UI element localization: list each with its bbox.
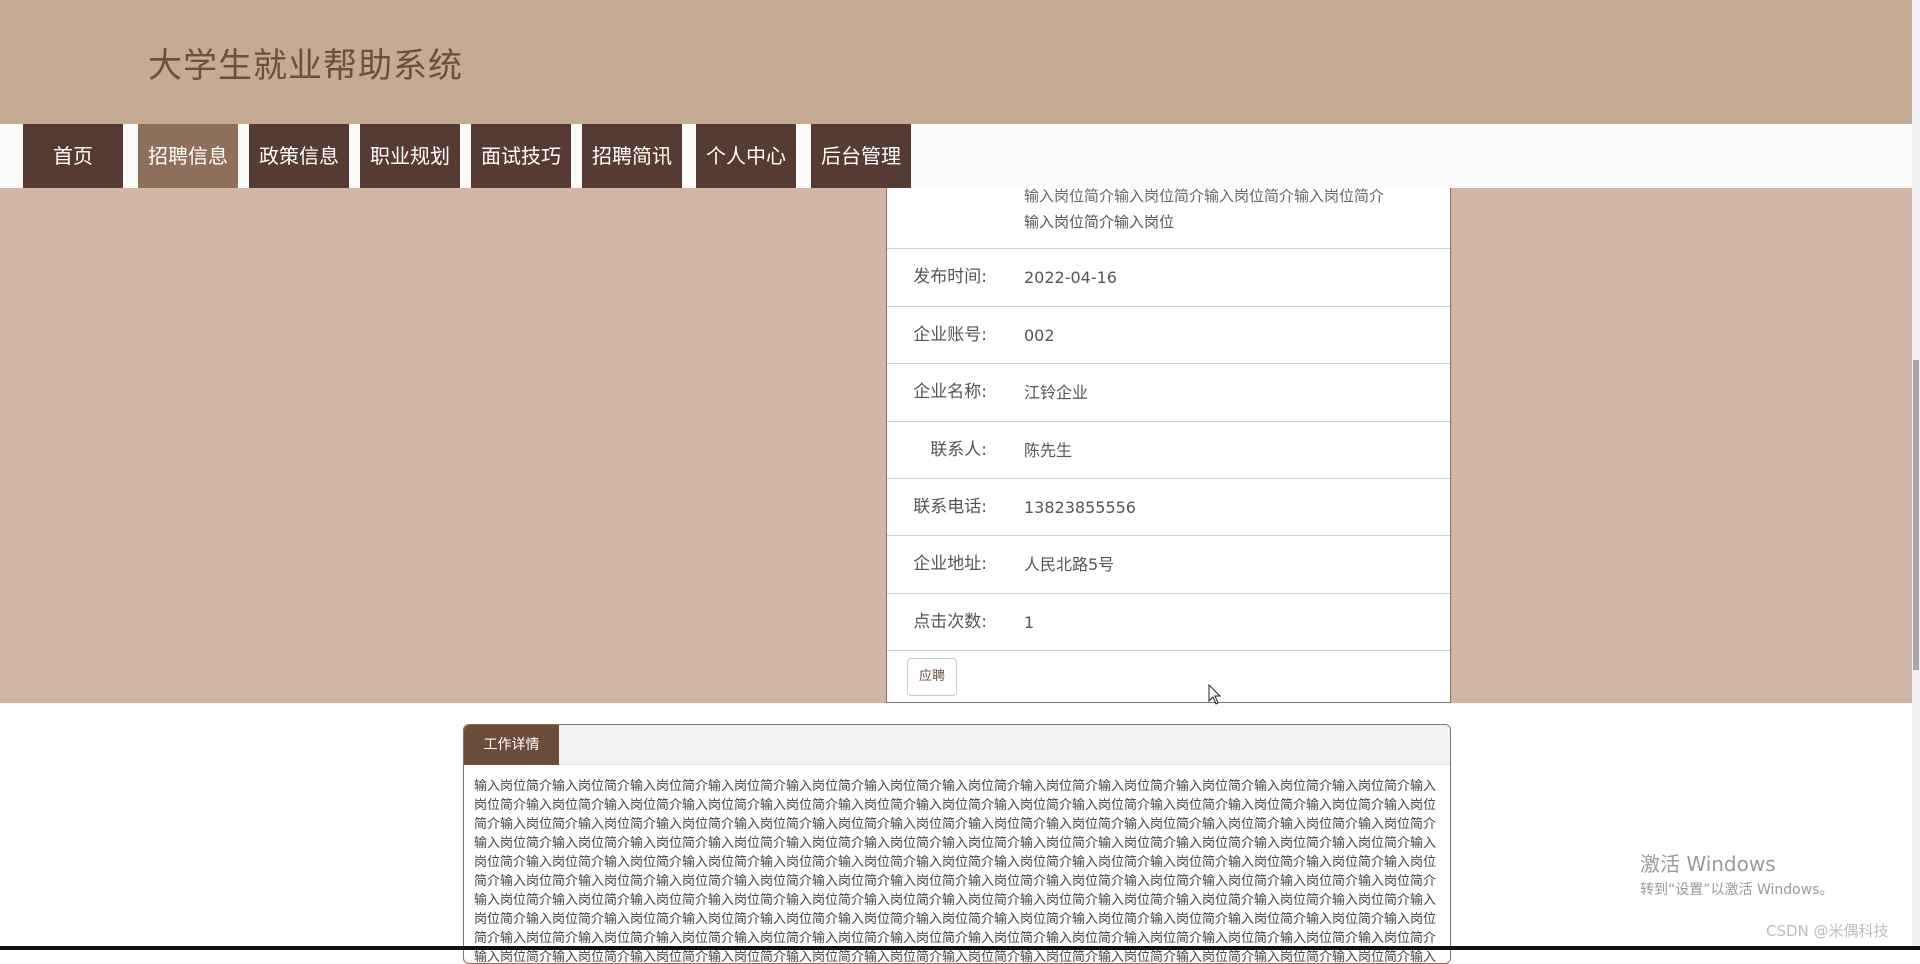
job-details-content: 输入岗位简介输入岗位简介输入岗位简介输入岗位简介输入岗位简介输入岗位简介输入岗位… [474,779,1437,964]
job-details-panel: 工作详情 输入岗位简介输入岗位简介输入岗位简介输入岗位简介输入岗位简介输入岗位简… [463,724,1451,964]
watermark-title: 激活 Windows [1640,852,1776,876]
job-description-cell: 输入岗位简介输入岗位简介输入岗位简介输入岗位简介 输入岗位简介输入岗位 [1024,188,1429,248]
taskbar-edge [0,946,1920,950]
nav-item-admin[interactable]: 后台管理 [811,124,911,188]
scrollbar-thumb[interactable] [1913,360,1919,670]
field-value: 13823855556 [1024,498,1136,517]
nav-item-policy[interactable]: 政策信息 [249,124,349,188]
nav-item-recruitment[interactable]: 招聘信息 [138,124,238,188]
apply-button[interactable]: 应聘 [907,658,957,696]
field-value: 人民北路5号 [1024,555,1115,574]
field-label: 企业名称: [913,382,987,402]
field-label: 联系人: [930,440,987,460]
field-contact-phone: 联系电话: 13823855556 [887,479,1450,536]
field-click-count: 点击次数: 1 [887,594,1450,651]
field-company-name: 企业名称: 江铃企业 [887,364,1450,421]
field-value: 1 [1024,613,1035,632]
nav-item-personal-center[interactable]: 个人中心 [696,124,796,188]
csdn-credit: CSDN @米偶科技 [1766,922,1889,940]
tab-job-details[interactable]: 工作详情 [464,725,559,765]
field-publish-time: 发布时间: 2022-04-16 [887,249,1450,306]
windows-activation-watermark: 激活 Windows 转到“设置”以激活 Windows。 [1640,848,1833,899]
field-value: 2022-04-16 [1024,268,1117,287]
field-company-account: 企业账号: 002 [887,307,1450,364]
row-divider [887,650,1450,651]
field-contact-person: 联系人: 陈先生 [887,422,1450,479]
panel-tab-bar: 工作详情 [464,725,1450,765]
nav-item-career-planning[interactable]: 职业规划 [360,124,460,188]
nav-item-recruit-news[interactable]: 招聘简讯 [582,124,682,188]
mouse-cursor-icon [1208,684,1222,705]
main-nav: 首页 招聘信息 政策信息 职业规划 面试技巧 招聘简讯 个人中心 后台管理 [0,124,1912,188]
field-label: 点击次数: [913,612,987,632]
watermark-subtitle: 转到“设置”以激活 Windows。 [1640,882,1834,898]
field-label: 企业账号: [913,325,987,345]
job-description-tail: 输入岗位简介输入岗位 [1024,213,1175,231]
site-title: 大学生就业帮助系统 [148,46,463,86]
field-value: 江铃企业 [1024,383,1089,402]
field-label: 联系电话: [913,497,987,517]
site-header: 大学生就业帮助系统 [0,0,1920,124]
field-value: 002 [1024,326,1055,345]
nav-item-interview-tips[interactable]: 面试技巧 [471,124,571,188]
job-detail-table: 输入岗位简介输入岗位简介输入岗位简介输入岗位简介 输入岗位简介输入岗位 发布时间… [886,188,1451,703]
field-label: 企业地址: [913,554,987,574]
nav-item-home[interactable]: 首页 [23,124,123,188]
field-company-address: 企业地址: 人民北路5号 [887,536,1450,593]
field-value: 陈先生 [1024,441,1073,460]
field-label: 发布时间: [913,267,987,287]
